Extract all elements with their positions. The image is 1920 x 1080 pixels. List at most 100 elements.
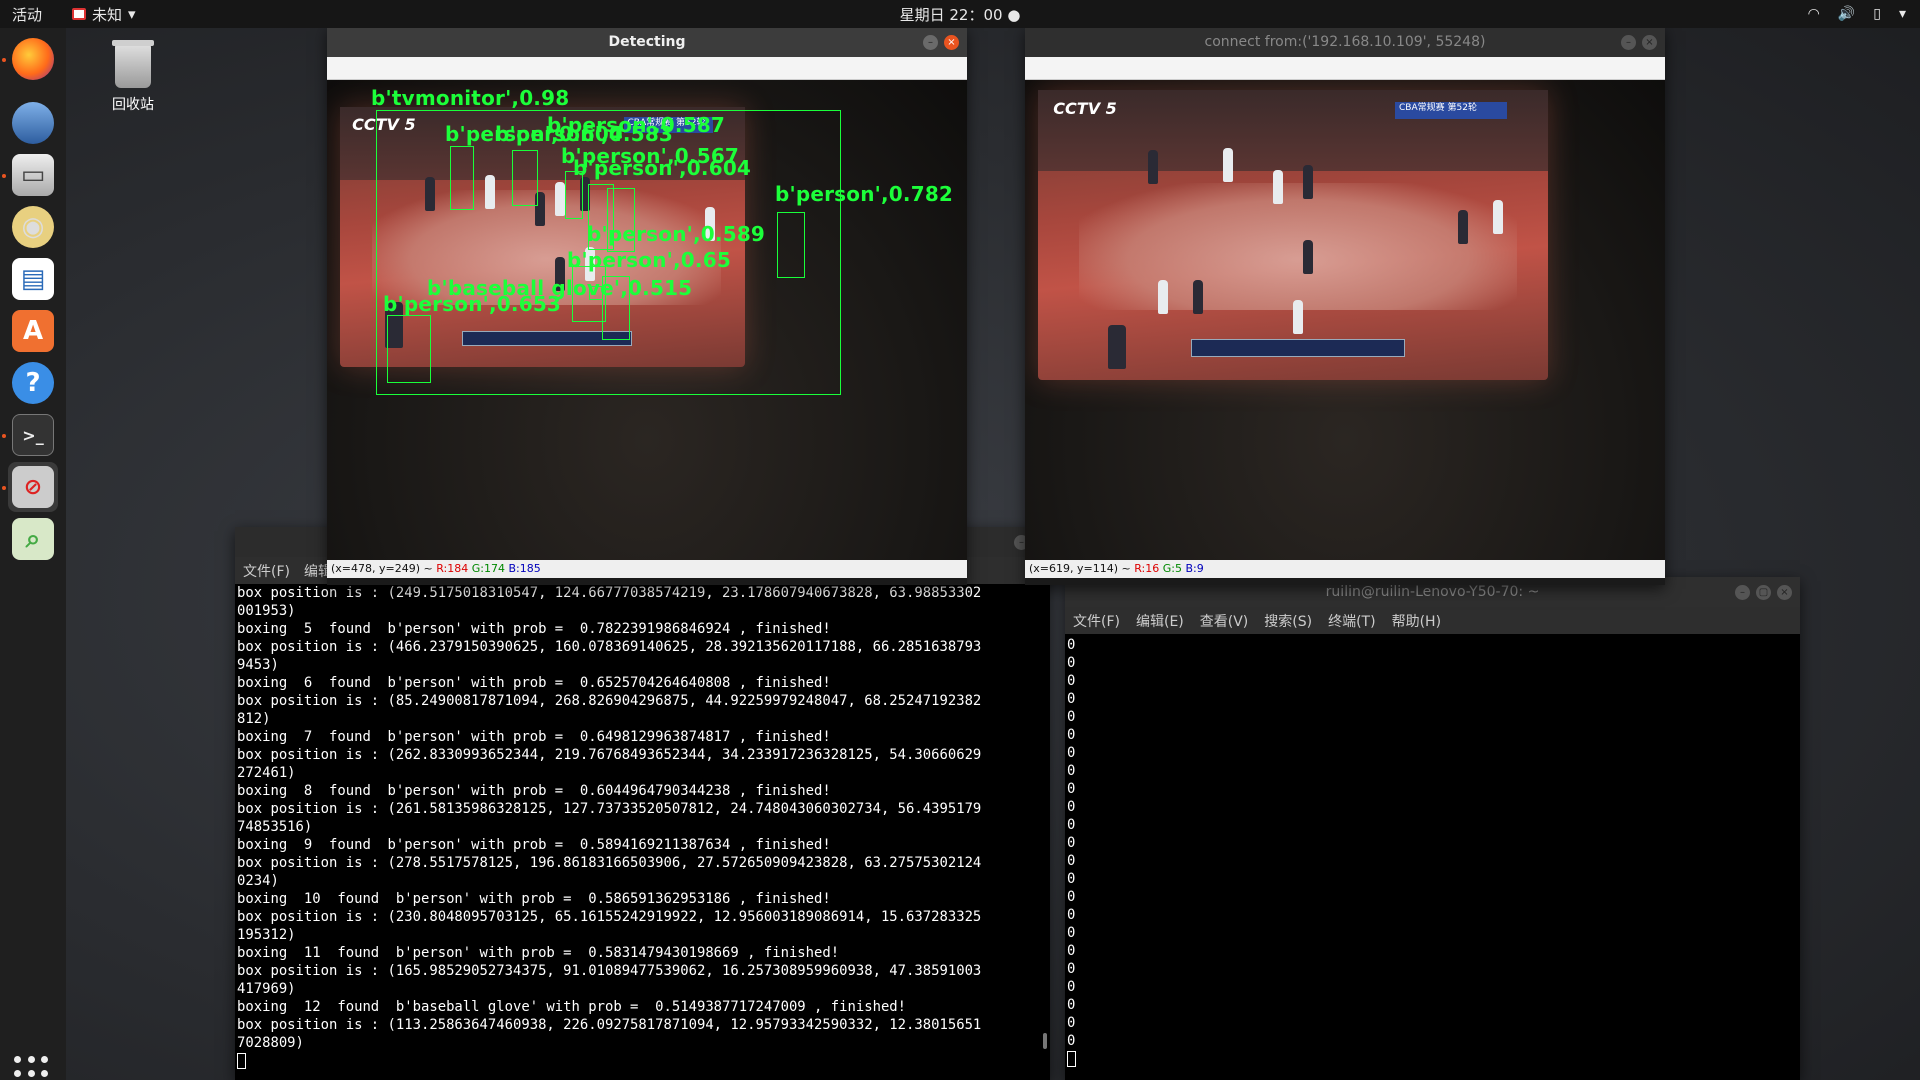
detection-box: [777, 212, 805, 278]
terminal-line: 74853516): [237, 819, 313, 835]
app-menu[interactable]: 未知 ▾: [72, 4, 136, 25]
writer-launcher[interactable]: ▤: [8, 254, 58, 304]
menu-help[interactable]: 帮助(H): [1392, 611, 1441, 631]
detecting-titlebar[interactable]: Detecting – ×: [327, 27, 967, 57]
trash-icon: [112, 40, 154, 88]
terminal-line: 0: [1067, 655, 1076, 671]
terminal-line: 0: [1067, 979, 1076, 995]
clock[interactable]: 星期日 22：00: [900, 6, 1003, 24]
terminal-line: 0: [1067, 637, 1076, 653]
terminal-line: 0: [1067, 817, 1076, 833]
terminal-line: 9453): [237, 657, 279, 673]
terminal-line: boxing 5 found b'person' with prob = 0.7…: [237, 621, 831, 637]
terminal-line: box position is : (466.2379150390625, 16…: [237, 639, 982, 655]
detection-label: b'person',0.653: [383, 292, 562, 316]
close-button[interactable]: ×: [1642, 35, 1657, 50]
terminal-line: box position is : (261.58135986328125, 1…: [237, 801, 982, 817]
detection-box: [512, 150, 538, 206]
terminal-window-right[interactable]: ruilin@ruilin-Lenovo-Y50-70: ~ – ▢ × 文件(…: [1065, 577, 1800, 1080]
terminal-line: 0: [1067, 943, 1076, 959]
top-bar: 活动 未知 ▾ 星期日 22：00 ● ◠ 🔊 ▯ ▾: [0, 0, 1920, 28]
detection-label: b'person',0.589: [587, 222, 766, 246]
connect-video-frame[interactable]: CCTV 5 CBA常规赛 第52轮: [1025, 80, 1665, 560]
rhythmbox-icon: ◉: [12, 206, 54, 248]
terminal-line: 0: [1067, 961, 1076, 977]
connect-titlebar[interactable]: connect from:('192.168.10.109', 55248) –…: [1025, 27, 1665, 57]
terminal-line: box position is : (85.24900817871094, 26…: [237, 693, 982, 709]
maximize-button[interactable]: ▢: [1756, 585, 1771, 600]
terminal-line: 7028809): [237, 1035, 304, 1051]
minimize-button[interactable]: –: [1621, 35, 1636, 50]
connect-statusbar: (x=619, y=114) ~ R:16 G:5 B:9: [1025, 560, 1665, 578]
terminal-line: 0: [1067, 709, 1076, 725]
terminal-line: box position is : (113.25863647460938, 2…: [237, 1017, 982, 1033]
menu-file[interactable]: 文件(F): [1073, 611, 1120, 631]
help-icon: ?: [12, 362, 54, 404]
terminal-scrollbar[interactable]: [1043, 1033, 1047, 1049]
terminal-line: boxing 6 found b'person' with prob = 0.6…: [237, 675, 831, 691]
image-viewer-launcher[interactable]: ⌕: [8, 514, 58, 564]
rhythmbox-launcher[interactable]: ◉: [8, 202, 58, 252]
terminal-line: boxing 10 found b'person' with prob = 0.…: [237, 891, 831, 907]
system-tray[interactable]: ◠ 🔊 ▯ ▾: [1808, 6, 1906, 22]
detecting-window[interactable]: Detecting – × CCTV 5 CBA常规赛 第52轮 b'tvmon…: [327, 27, 967, 585]
terminal-launcher[interactable]: >_: [8, 410, 58, 460]
terminal-line: boxing 8 found b'person' with prob = 0.6…: [237, 783, 831, 799]
terminal-line: 0: [1067, 853, 1076, 869]
connect-toolbar: [1025, 57, 1665, 80]
volume-icon[interactable]: 🔊: [1838, 6, 1855, 22]
files-launcher[interactable]: ▭: [8, 150, 58, 200]
blocked-app-launcher[interactable]: ⊘: [8, 462, 58, 512]
image-viewer-icon: ⌕: [12, 518, 54, 560]
terminal-line: 0: [1067, 673, 1076, 689]
close-button[interactable]: ×: [1777, 585, 1792, 600]
app-name: 未知: [92, 5, 123, 24]
trash-desktop-icon[interactable]: 回收站: [100, 40, 166, 114]
terminal-line: 0: [1067, 1033, 1076, 1049]
terminal-line: 0234): [237, 873, 279, 889]
libreoffice-writer-icon: ▤: [12, 258, 54, 300]
help-launcher[interactable]: ?: [8, 358, 58, 408]
connect-title: connect from:('192.168.10.109', 55248): [1204, 34, 1486, 50]
terminal-line: 0: [1067, 925, 1076, 941]
minimize-button[interactable]: –: [923, 35, 938, 50]
activities-button[interactable]: 活动: [12, 4, 42, 25]
terminal-line: 0: [1067, 745, 1076, 761]
terminal-line: 0: [1067, 727, 1076, 743]
close-button[interactable]: ×: [944, 35, 959, 50]
terminal-line: 0: [1067, 763, 1076, 779]
terminal-line: box position is : (249.5175018310547, 12…: [237, 585, 982, 601]
terminal-line: boxing 11 found b'person' with prob = 0.…: [237, 945, 840, 961]
menu-file[interactable]: 文件(F): [243, 561, 290, 581]
menu-edit[interactable]: 编辑(E): [1136, 611, 1184, 631]
terminal-line: box position is : (230.8048095703125, 65…: [237, 909, 982, 925]
terminal-line: 272461): [237, 765, 296, 781]
terminal-line: 0: [1067, 781, 1076, 797]
battery-icon[interactable]: ▯: [1873, 6, 1881, 22]
terminal-line: 001953): [237, 603, 296, 619]
thunderbird-launcher[interactable]: [8, 98, 58, 148]
terminal-line: 0: [1067, 907, 1076, 923]
terminal-left-output[interactable]: box position is : (249.5175018310547, 12…: [235, 584, 1050, 1080]
minimize-button[interactable]: –: [1735, 585, 1750, 600]
connect-window[interactable]: connect from:('192.168.10.109', 55248) –…: [1025, 27, 1665, 585]
terminal-line: boxing 7 found b'person' with prob = 0.6…: [237, 729, 831, 745]
tv-tag: CBA常规赛 第52轮: [1395, 101, 1508, 119]
software-launcher[interactable]: A: [8, 306, 58, 356]
blocked-app-icon: ⊘: [12, 466, 54, 508]
chevron-down-icon[interactable]: ▾: [1899, 6, 1906, 22]
tv-channel-logo: CCTV 5: [1053, 98, 1117, 118]
show-applications-button[interactable]: [14, 1056, 50, 1080]
terminal-line: box position is : (165.98529052734375, 9…: [237, 963, 982, 979]
terminal-icon: >_: [12, 414, 54, 456]
detecting-statusbar: (x=478, y=249) ~ R:184 G:174 B:185: [327, 560, 967, 578]
terminal-window-left[interactable]: – ▢ 文件(F) 编辑 box position is : (249.5175…: [235, 527, 1050, 1080]
dock: ▭ ◉ ▤ A ? >_ ⊘ ⌕: [0, 28, 66, 1080]
menu-view[interactable]: 查看(V): [1200, 611, 1249, 631]
menu-terminal[interactable]: 终端(T): [1328, 611, 1375, 631]
detecting-video-frame[interactable]: CCTV 5 CBA常规赛 第52轮 b'tvmonitor',0.98 b'p…: [327, 80, 967, 560]
firefox-launcher[interactable]: [8, 34, 58, 84]
wifi-icon[interactable]: ◠: [1808, 6, 1820, 22]
terminal-right-output[interactable]: 0 0 0 0 0 0 0 0 0 0 0 0 0 0 0 0 0 0 0 0 0 0 0: [1065, 634, 1800, 1080]
menu-search[interactable]: 搜索(S): [1264, 611, 1312, 631]
